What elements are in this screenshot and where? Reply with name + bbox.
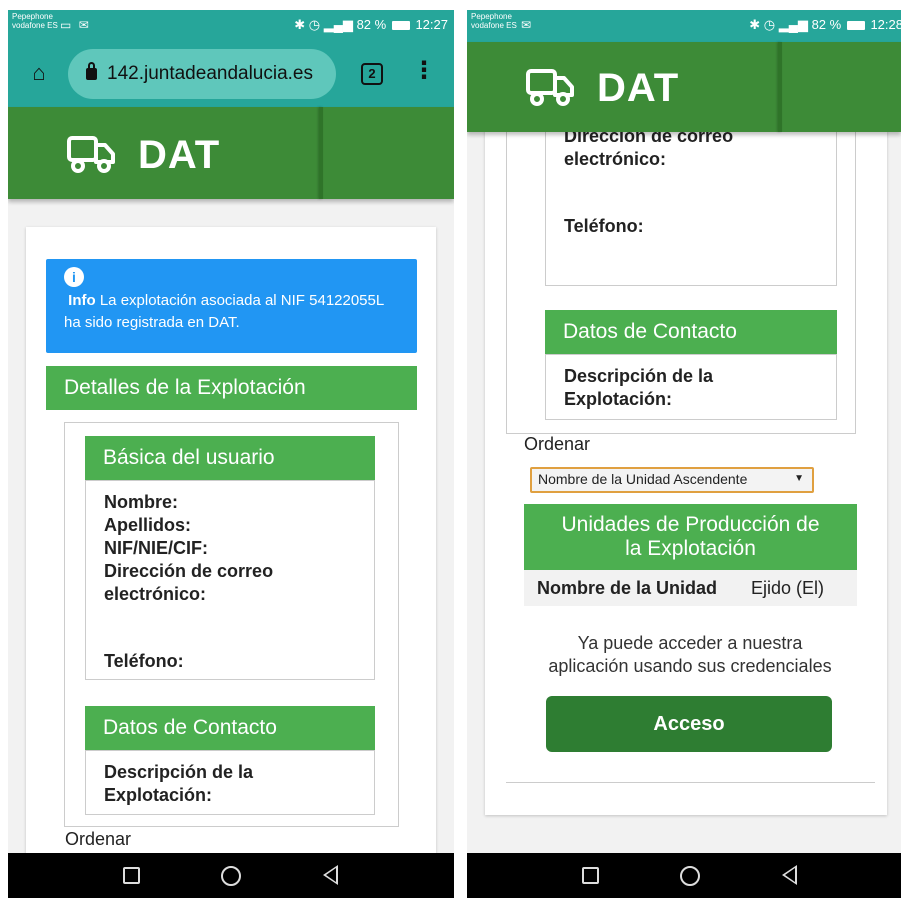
app-header: DAT <box>467 42 901 132</box>
bluetooth-icon: ✱ <box>294 17 306 32</box>
battery-percent: 82 % <box>356 17 387 32</box>
sort-selected-value: Nombre de la Unidad Ascendente <box>538 471 748 487</box>
nif-label: NIF/NIE/CIF: <box>104 538 208 558</box>
carrier-info: Pepephone vodafone ES <box>12 12 58 30</box>
carrier-network: vodafone ES <box>471 21 517 30</box>
telefono-label: Teléfono: <box>104 651 184 671</box>
email-label-line2: electrónico: <box>104 584 207 604</box>
overflow-menu-icon[interactable]: ⋮ <box>412 59 436 86</box>
acceso-button[interactable]: Acceso <box>546 696 832 752</box>
status-right: ✱ ◷ ▂▄▆ 82 % 12:27 <box>294 17 448 33</box>
alarm-icon: ◷ <box>763 17 776 32</box>
status-bar: Pepephone vodafone ES ✉ ✱ ◷ ▂▄▆ 82 % 12:… <box>467 10 901 42</box>
access-note: Ya puede acceder a nuestra aplicación us… <box>505 632 875 678</box>
descripcion-label-line2: Explotación: <box>104 785 213 805</box>
details-panel: Básica del usuario Nombre: Apellidos: NI… <box>64 422 399 827</box>
telefono-label: Teléfono: <box>564 216 644 236</box>
status-bar: Pepephone vodafone ES ▭ ✉ ✱ ◷ ▂▄▆ 82 % 1… <box>8 10 454 42</box>
contact-body: Descripción de la Explotación: <box>85 750 375 815</box>
details-header: Detalles de la Explotación <box>46 366 417 410</box>
back-icon[interactable] <box>323 865 338 885</box>
main-card: NIF/NIE/CIF: Dirección de correo electró… <box>485 50 887 815</box>
basic-user-header: Básica del usuario <box>85 436 375 480</box>
units-header: Unidades de Producción de la Explotación <box>524 504 857 570</box>
alarm-icon: ◷ <box>308 17 321 32</box>
info-text: Info La explotación asociada al NIF 5412… <box>64 290 399 334</box>
basic-user-body: Nombre: Apellidos: NIF/NIE/CIF: Direcció… <box>85 480 375 680</box>
browser-toolbar: ⌂ 142.juntadeandalucia.es 2 ⋮ <box>8 42 454 107</box>
address-bar[interactable]: 142.juntadeandalucia.es <box>68 49 336 99</box>
android-nav-bar <box>467 853 901 898</box>
signal-icon: ▂▄▆ <box>778 17 808 32</box>
tab-switcher-button[interactable]: 2 <box>361 63 383 85</box>
status-right: ✱ ◷ ▂▄▆ 82 % 12:28 <box>749 17 901 33</box>
carrier-network: vodafone ES <box>12 21 58 30</box>
screenshot-left: Pepephone vodafone ES ▭ ✉ ✱ ◷ ▂▄▆ 82 % 1… <box>8 10 454 898</box>
contact-header: Datos de Contacto <box>85 706 375 750</box>
truck-icon <box>67 136 115 173</box>
bluetooth-icon: ✱ <box>749 17 761 32</box>
battery-icon <box>846 21 865 31</box>
apellidos-label: Apellidos: <box>104 515 192 535</box>
panel-bottom-border <box>506 782 875 783</box>
notification-icons: ▭ ✉ <box>60 18 91 32</box>
notification-icons: ✉ <box>521 18 534 32</box>
info-label: Info <box>68 292 96 309</box>
signal-icon: ▂▄▆ <box>323 17 353 32</box>
table-row: Nombre de la Unidad Ejido (El) <box>524 570 857 606</box>
email-label-line1: Dirección de correo <box>104 561 274 581</box>
battery-icon <box>391 21 410 31</box>
info-icon: i <box>64 267 84 287</box>
unit-name-value: Ejido (El) <box>751 578 825 598</box>
units-title-line2: la Explotación <box>625 537 756 560</box>
info-message: La explotación asociada al NIF 54122055L… <box>64 292 384 331</box>
recent-apps-icon[interactable] <box>123 867 140 884</box>
main-card: i Info La explotación asociada al NIF 54… <box>26 227 436 867</box>
descripcion-label-line2: Explotación: <box>564 389 673 409</box>
descripcion-label-line1: Descripción de la <box>564 366 714 386</box>
url-text: 142.juntadeandalucia.es <box>107 63 314 84</box>
recent-apps-icon[interactable] <box>582 867 599 884</box>
lock-icon <box>86 62 97 80</box>
access-note-line1: Ya puede acceder a nuestra <box>577 633 803 653</box>
sort-label: Ordenar <box>65 829 132 849</box>
screenshot-right: Pepephone vodafone ES ✉ ✱ ◷ ▂▄▆ 82 % 12:… <box>467 10 901 898</box>
carrier-name: Pepephone <box>471 12 512 21</box>
email-label-line2: electrónico: <box>564 149 667 169</box>
app-header: DAT <box>8 107 454 199</box>
header-divider <box>319 107 323 199</box>
units-title-line1: Unidades de Producción de <box>561 513 820 536</box>
home-circle-icon[interactable] <box>221 866 241 886</box>
header-divider <box>778 42 782 132</box>
nombre-label: Nombre: <box>104 492 179 512</box>
access-note-line2: aplicación usando sus credenciales <box>548 656 832 676</box>
clock: 12:27 <box>415 17 448 32</box>
sort-label: Ordenar <box>524 434 591 454</box>
app-title: DAT <box>597 66 680 110</box>
unit-name-label: Nombre de la Unidad <box>537 578 718 598</box>
contact-header: Datos de Contacto <box>545 310 837 354</box>
android-nav-bar <box>8 853 454 898</box>
clock: 12:28 <box>870 17 901 32</box>
carrier-name: Pepephone <box>12 12 53 21</box>
home-circle-icon[interactable] <box>680 866 700 886</box>
truck-icon <box>526 69 574 106</box>
descripcion-label-line1: Descripción de la <box>104 762 254 782</box>
back-icon[interactable] <box>782 865 797 885</box>
contact-body: Descripción de la Explotación: <box>545 354 837 420</box>
app-title: DAT <box>138 133 221 177</box>
carrier-info: Pepephone vodafone ES <box>471 12 517 30</box>
battery-percent: 82 % <box>811 17 842 32</box>
home-icon[interactable]: ⌂ <box>26 60 52 86</box>
dropdown-arrow-icon: ▼ <box>794 473 804 484</box>
info-alert: i Info La explotación asociada al NIF 54… <box>46 259 417 353</box>
sort-select[interactable]: Nombre de la Unidad Ascendente ▼ <box>530 467 814 493</box>
